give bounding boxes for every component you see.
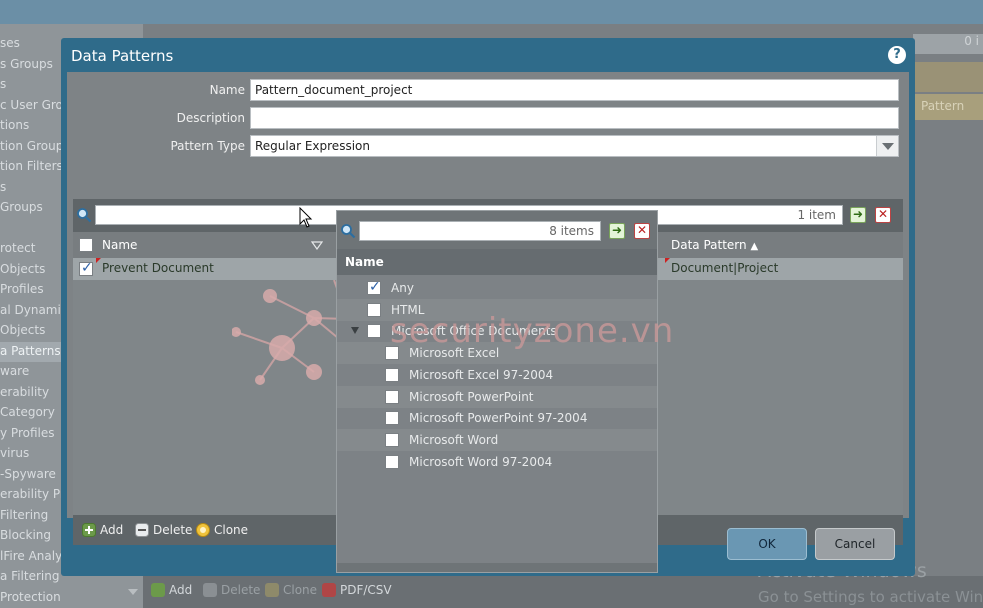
filter-option-checkbox[interactable]	[385, 389, 399, 404]
pdf-csv-icon	[322, 583, 336, 597]
filter-option-checkbox[interactable]	[385, 432, 399, 447]
filter-option[interactable]: Microsoft PowerPoint 97-2004	[337, 407, 657, 429]
table-item-count: 1 item	[797, 208, 836, 222]
filter-option[interactable]: Microsoft Excel 97-2004	[337, 364, 657, 386]
search-icon	[341, 224, 356, 239]
filter-option[interactable]: Any	[337, 277, 657, 299]
pattern-type-value: Regular Expression	[255, 139, 370, 153]
help-icon[interactable]: ?	[888, 46, 906, 64]
name-filter-dropdown: 8 items ➜ ✕ Name AnyHTMLMicrosoft Office…	[336, 210, 658, 573]
name-label: Name	[209, 83, 245, 97]
filter-option[interactable]: Microsoft Word 97-2004	[337, 451, 657, 473]
filter-option-checkbox[interactable]	[385, 454, 399, 469]
filter-option-label: Microsoft PowerPoint	[409, 389, 534, 404]
add-icon	[151, 583, 165, 597]
filter-dropdown-icon[interactable]	[311, 241, 323, 250]
filter-item-count: 8 items	[549, 224, 594, 238]
bg-pdf-csv-button[interactable]: PDF/CSV	[322, 583, 392, 597]
filter-option-label: Microsoft Word 97-2004	[409, 454, 553, 469]
expand-triangle-icon[interactable]	[351, 327, 359, 335]
bg-add-button[interactable]: Add	[151, 583, 192, 597]
description-label: Description	[176, 111, 245, 125]
sidebar-item[interactable]: Protection	[0, 588, 143, 608]
column-header-name[interactable]: Name	[102, 238, 137, 252]
main-table-header	[913, 62, 983, 92]
search-icon	[77, 208, 92, 223]
dialog-title: Data Patterns	[71, 47, 174, 65]
row-checkbox[interactable]	[79, 260, 93, 276]
ok-button[interactable]: OK	[727, 528, 807, 560]
bg-clone-button[interactable]: Clone	[265, 583, 317, 597]
name-field[interactable]: Pattern_document_project	[250, 79, 899, 101]
filter-option-checkbox[interactable]	[367, 279, 381, 295]
pattern-type-label: Pattern Type	[170, 139, 245, 153]
go-arrow-icon[interactable]: ➜	[609, 223, 625, 239]
cancel-button[interactable]: Cancel	[815, 528, 895, 560]
clone-icon	[196, 523, 210, 537]
sort-asc-icon: ▲	[750, 241, 759, 252]
delete-button[interactable]: Delete	[135, 523, 192, 537]
filter-option-label: Microsoft Word	[409, 432, 499, 447]
data-pattern-header-label: Data Pattern	[671, 238, 747, 252]
mouse-cursor-icon	[299, 207, 313, 228]
main-search-count[interactable]: 0 i	[913, 34, 983, 54]
filter-option-checkbox[interactable]	[367, 324, 381, 339]
app-top-bar	[0, 0, 983, 24]
filter-option[interactable]: Microsoft PowerPoint	[337, 385, 657, 408]
column-header-data-pattern[interactable]: Data Pattern ▲	[671, 238, 758, 252]
filter-option-checkbox[interactable]	[367, 302, 381, 317]
row-name[interactable]: Prevent Document	[102, 261, 214, 275]
add-icon	[82, 523, 96, 537]
filter-option-label: Any	[391, 281, 414, 295]
row-data-pattern[interactable]: Document|Project	[671, 261, 778, 275]
watermark-text: securityzone.vn	[390, 311, 675, 351]
modified-marker	[96, 258, 101, 263]
delete-icon	[203, 583, 217, 597]
filter-option-checkbox[interactable]	[385, 411, 399, 426]
main-table-row[interactable]: Pattern	[913, 94, 983, 120]
filter-search-input[interactable]: 8 items	[359, 221, 601, 241]
clear-x-icon[interactable]: ✕	[634, 223, 650, 239]
filter-option-label: Microsoft Excel 97-2004	[409, 367, 554, 382]
filter-option-label: Microsoft PowerPoint 97-2004	[409, 411, 588, 426]
description-field[interactable]	[250, 107, 899, 129]
pattern-type-select[interactable]: Regular Expression	[250, 135, 899, 157]
filter-option-checkbox[interactable]	[385, 367, 399, 382]
clone-button[interactable]: Clone	[196, 523, 248, 537]
clone-icon	[265, 583, 279, 597]
go-arrow-icon[interactable]: ➜	[850, 207, 866, 223]
activate-windows-subtitle: Go to Settings to activate Wind	[758, 588, 983, 606]
add-button[interactable]: Add	[82, 523, 123, 537]
clear-x-icon[interactable]: ✕	[875, 207, 891, 223]
filter-list-header: Name	[337, 249, 657, 275]
chevron-down-icon[interactable]	[876, 136, 898, 156]
filter-option[interactable]: Microsoft Word	[337, 428, 657, 451]
bg-delete-button[interactable]: Delete	[203, 583, 260, 597]
select-all-checkbox[interactable]	[79, 238, 93, 252]
delete-icon	[135, 523, 149, 537]
modified-marker	[665, 258, 670, 263]
